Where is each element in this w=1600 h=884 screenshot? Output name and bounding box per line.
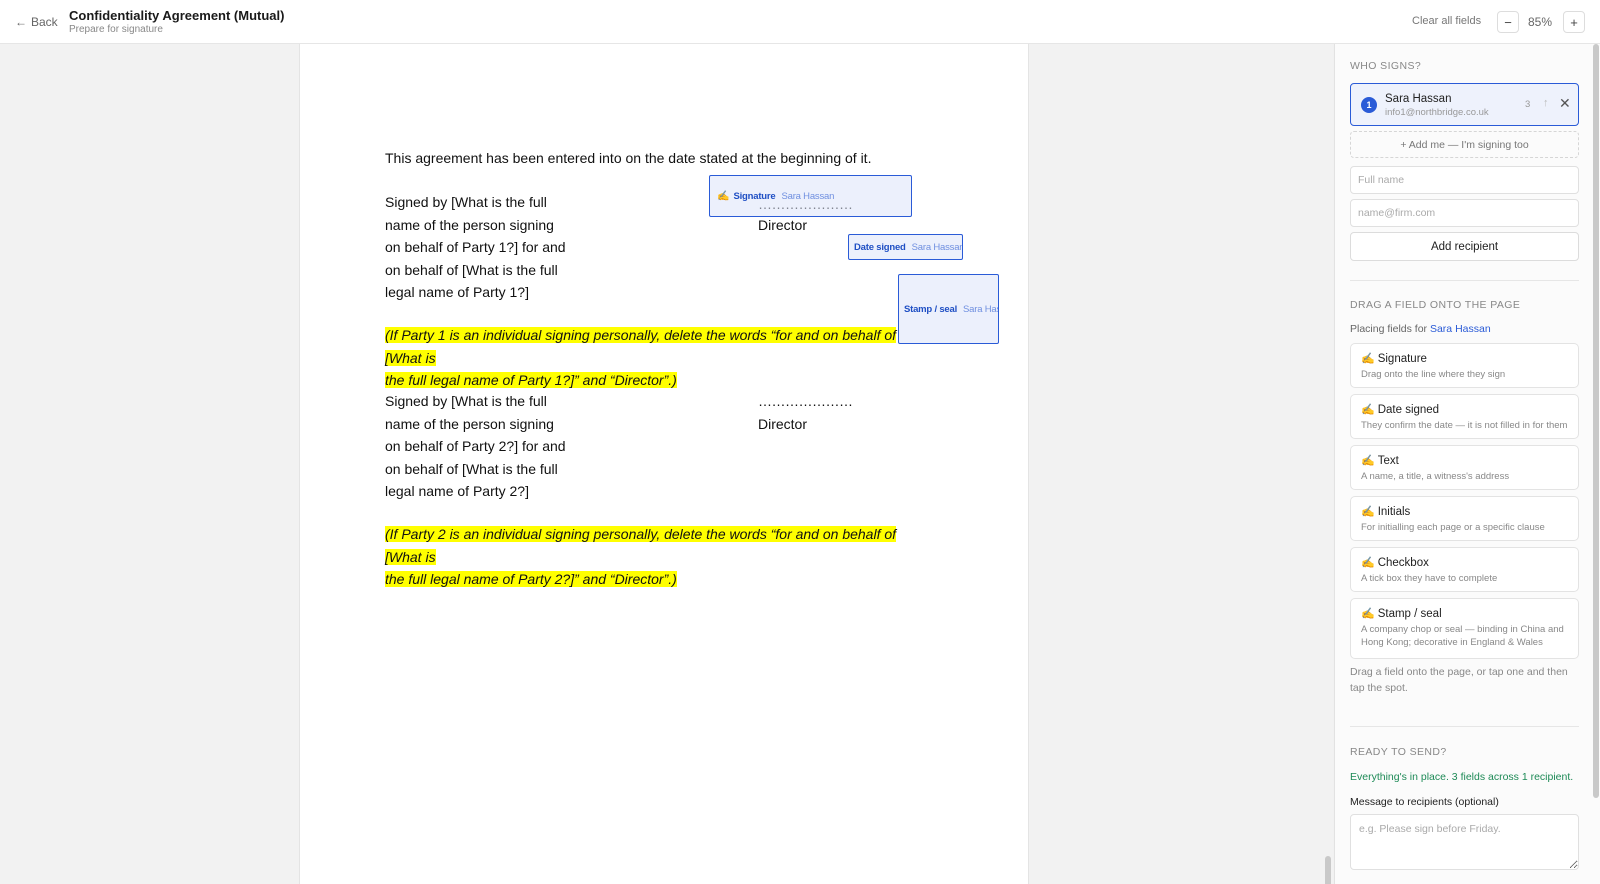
back-button[interactable]: ← Back [15,15,58,29]
field-tile-description: A tick box they have to complete [1361,573,1498,584]
field-tile-description: For initialling each page or a specific … [1361,522,1545,533]
field-tile-title: Text [1377,455,1399,467]
recipient-field-count: 3 [1525,99,1531,110]
pen-icon: ✍️ [1361,353,1375,365]
who-signs-heading: WHO SIGNS? [1350,60,1422,72]
email-input[interactable] [1350,199,1579,227]
field-type-label: Stamp / seal [904,303,958,315]
signature-block-party-1: Signed by [What is the full name of the … [385,191,585,304]
placed-signature-field[interactable]: ✍️ Signature Sara Hassan [709,175,912,217]
add-recipient-button[interactable]: Add recipient [1350,232,1579,261]
note-party-1: (If Party 1 is an individual signing per… [385,324,930,392]
placed-stamp-field[interactable]: Stamp / seal Sara Hass [898,274,999,344]
right-sidebar: WHO SIGNS? 1 Sara Hassan info1@northbrid… [1334,44,1600,884]
pen-icon: ✍️ [1361,557,1375,569]
block-line: name of the person signing [385,216,554,233]
placing-for-label: Placing fields for Sara Hassan [1350,323,1491,335]
field-type-label: Date signed [854,241,906,253]
document-subtitle: Prepare for signature [69,24,163,35]
ready-to-send-heading: READY TO SEND? [1350,746,1447,758]
canvas-scrollbar[interactable] [1325,856,1331,884]
recipient-name: Sara Hassan [1385,93,1452,105]
arrow-left-icon: ← [15,15,27,29]
divider [1350,280,1579,281]
field-tile-title: Initials [1377,506,1411,518]
document-title: Confidentiality Agreement (Mutual) [69,8,285,23]
director-label-party-2: Director [758,416,808,432]
note-line: (If Party 2 is an individual signing per… [385,526,897,565]
pen-icon: ✍️ [1361,455,1375,467]
pen-icon: ✍️ [1361,404,1375,416]
field-tile-description: Drag onto the line where they sign [1361,369,1506,380]
message-textarea[interactable] [1350,814,1579,870]
field-tile-signature[interactable]: ✍️ Signature Drag onto the line where the… [1350,343,1579,388]
field-tile-description: A company chop or seal — binding in Chin… [1361,624,1564,648]
field-type-label: Signature [733,190,776,202]
block-line: on behalf of Party 1?] for and [385,239,566,255]
note-line: the full legal name of Party 2?]” and “D… [385,571,677,587]
placing-recipient-name: Sara Hassan [1429,323,1491,335]
signature-line-party-2: ………………… [758,393,853,409]
field-assignee: Sara Hassan [911,241,963,253]
field-assignee: Sara Hass [963,303,998,315]
zoom-out-button[interactable]: − [1497,11,1519,33]
field-tile-title: Signature [1377,353,1427,365]
field-tile-text[interactable]: ✍️ Text A name, a title, a witness's addr… [1350,445,1579,490]
top-bar: ← Back Confidentiality Agreement (Mutual… [0,0,1600,44]
note-line: (If Party 1 is an individual signing per… [385,327,897,366]
clear-all-fields-button[interactable]: Clear all fields [1412,15,1481,27]
field-tile-title: Stamp / seal [1377,608,1442,620]
recipient-card[interactable]: 1 Sara Hassan info1@northbridge.co.uk 3 … [1350,83,1579,126]
placing-prefix: Placing fields for [1350,323,1428,335]
full-name-input[interactable] [1350,166,1579,194]
note-line: the full legal name of Party 1?]” and “D… [385,372,677,388]
move-up-icon[interactable]: ↑ [1543,97,1549,109]
back-label: Back [31,15,58,29]
drag-field-heading: DRAG A FIELD ONTO THE PAGE [1350,299,1521,311]
field-tile-title: Checkbox [1377,557,1429,569]
note-party-2: (If Party 2 is an individual signing per… [385,523,930,591]
add-me-button[interactable]: + Add me — I'm signing too [1350,131,1579,158]
field-tile-initials[interactable]: ✍️ Initials For initialling each page or … [1350,496,1579,541]
divider [1350,726,1579,727]
block-line: legal name of Party 2?] [385,483,529,499]
field-assignee: Sara Hassan [781,190,835,202]
pen-icon: ✍️ [1361,608,1375,620]
placed-date-field[interactable]: Date signed Sara Hassan [848,234,963,260]
field-tile-date-signed[interactable]: ✍️ Date signed They confirm the date — it… [1350,394,1579,439]
document-page[interactable]: This agreement has been entered into on … [299,44,1029,884]
remove-recipient-icon[interactable]: ✕ [1559,95,1571,112]
zoom-in-button[interactable]: + [1563,11,1585,33]
field-tile-description: A name, a title, a witness's address [1361,471,1510,482]
signature-block-party-2: Signed by [What is the full name of the … [385,390,585,503]
ready-status-text: Everything's in place. 3 fields across 1… [1350,771,1574,783]
drag-hint: Drag a field onto the page, or tap one a… [1350,666,1568,694]
field-tile-stamp-seal[interactable]: ✍️ Stamp / seal A company chop or seal — … [1350,598,1579,659]
document-canvas[interactable]: This agreement has been entered into on … [0,44,1333,884]
block-line: on behalf of [What is the full [385,460,558,477]
message-label: Message to recipients (optional) [1350,796,1499,808]
director-label-party-1: Director [758,217,808,233]
recipient-number-badge: 1 [1361,97,1377,113]
pen-icon: ✍️ [1361,506,1375,518]
field-tile-description: They confirm the date — it is not filled… [1361,420,1568,431]
block-line: on behalf of Party 2?] for and [385,438,566,454]
recipient-email: info1@northbridge.co.uk [1385,107,1489,118]
block-line: Signed by [What is the full [385,194,547,210]
sidebar-scrollbar[interactable] [1593,44,1599,798]
block-line: Signed by [What is the full [385,393,547,409]
field-tile-checkbox[interactable]: ✍️ Checkbox A tick box they have to compl… [1350,547,1579,592]
pen-icon: ✍️ [717,190,730,202]
block-line: on behalf of [What is the full [385,261,558,278]
field-tile-title: Date signed [1377,404,1440,416]
block-line: name of the person signing [385,415,554,432]
intro-paragraph: This agreement has been entered into on … [385,150,872,166]
zoom-level: 85% [1528,15,1553,29]
block-line: legal name of Party 1?] [385,284,529,300]
